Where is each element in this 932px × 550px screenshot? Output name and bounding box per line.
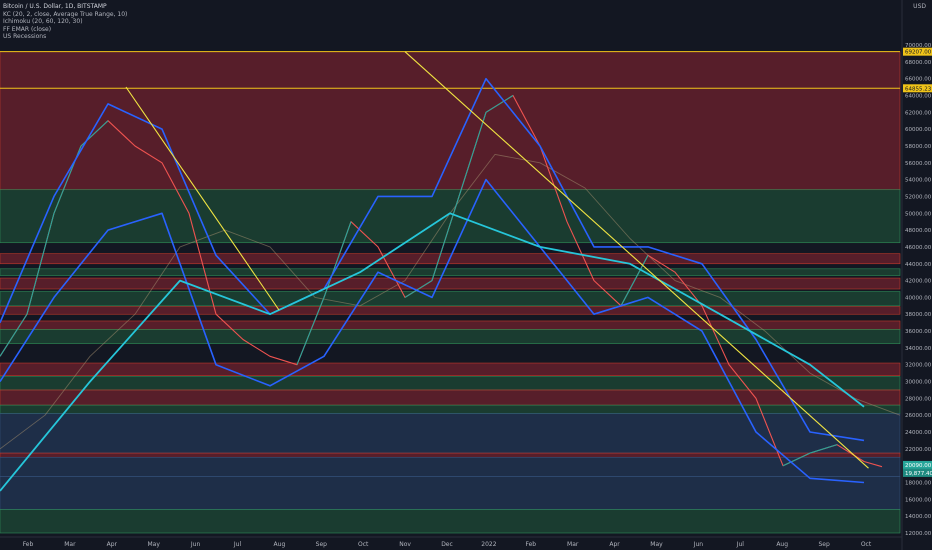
symbol-title[interactable]: Bitcoin / U.S. Dollar, 1D, BITSTAMP bbox=[3, 3, 127, 11]
price-zone-9 bbox=[0, 362, 901, 376]
indicator-ichimoku[interactable]: Ichimoku (20, 60, 120, 30) bbox=[3, 18, 127, 26]
x-tick-label: Mar bbox=[64, 541, 76, 548]
price-zone-3 bbox=[0, 268, 901, 276]
y-tick-label: 66000.00 bbox=[905, 77, 932, 83]
currency-label: USD bbox=[913, 3, 926, 10]
y-tick-label: 60000.00 bbox=[905, 127, 932, 133]
y-tick-label: 26000.00 bbox=[905, 413, 932, 419]
price-zone-15 bbox=[0, 456, 901, 477]
y-tick-label: 34000.00 bbox=[905, 346, 932, 352]
x-tick-label: May bbox=[147, 541, 160, 548]
x-tick-label: Dec bbox=[441, 541, 453, 548]
y-tick-label: 24000.00 bbox=[905, 430, 932, 436]
x-tick-label: 2022 bbox=[481, 541, 496, 548]
price-label-3: 19,877.40 bbox=[905, 471, 932, 477]
y-tick-label: 48000.00 bbox=[905, 228, 932, 234]
price-zone-17 bbox=[0, 509, 901, 534]
price-zone-1 bbox=[0, 189, 901, 244]
y-tick-label: 18000.00 bbox=[905, 481, 932, 487]
x-tick-label: Oct bbox=[358, 541, 369, 548]
x-tick-label: Feb bbox=[23, 541, 34, 548]
y-tick-label: 54000.00 bbox=[905, 178, 932, 184]
price-label-2: 20090.00 bbox=[905, 463, 932, 469]
y-tick-label: 38000.00 bbox=[905, 312, 932, 318]
y-tick-label: 16000.00 bbox=[905, 497, 932, 503]
y-tick-label: 32000.00 bbox=[905, 363, 932, 369]
y-tick-label: 56000.00 bbox=[905, 161, 932, 167]
y-tick-label: 52000.00 bbox=[905, 194, 932, 200]
x-tick-label: May bbox=[650, 541, 663, 548]
x-tick-label: Aug bbox=[776, 541, 788, 548]
y-tick-label: 22000.00 bbox=[905, 447, 932, 453]
x-tick-label: Mar bbox=[567, 541, 579, 548]
price-label-1: 64855.23 bbox=[905, 86, 932, 92]
y-tick-label: 30000.00 bbox=[905, 380, 932, 386]
price-zone-5 bbox=[0, 291, 901, 307]
price-zone-0 bbox=[0, 51, 901, 191]
indicator-ema[interactable]: FF EMAR (close) bbox=[3, 26, 127, 34]
x-tick-label: Jul bbox=[233, 541, 242, 548]
y-tick-label: 68000.00 bbox=[905, 60, 932, 66]
x-tick-label: Jun bbox=[190, 541, 201, 548]
price-zone-4 bbox=[0, 277, 901, 290]
x-tick-label: Sep bbox=[818, 541, 830, 548]
y-tick-label: 50000.00 bbox=[905, 211, 932, 217]
price-zone-11 bbox=[0, 389, 901, 406]
price-chart[interactable]: 12000.0014000.0016000.0018000.0020000.00… bbox=[0, 0, 932, 550]
y-tick-label: 62000.00 bbox=[905, 110, 932, 116]
x-tick-label: Sep bbox=[316, 541, 328, 548]
price-zone-14 bbox=[0, 452, 901, 458]
chart-root: 12000.0014000.0016000.0018000.0020000.00… bbox=[0, 0, 932, 550]
y-tick-label: 46000.00 bbox=[905, 245, 932, 251]
price-label-0: 69207.00 bbox=[905, 50, 932, 56]
y-tick-label: 36000.00 bbox=[905, 329, 932, 335]
y-tick-label: 14000.00 bbox=[905, 514, 932, 520]
x-tick-label: Nov bbox=[399, 541, 411, 548]
x-tick-label: Aug bbox=[274, 541, 286, 548]
indicator-legend: Bitcoin / U.S. Dollar, 1D, BITSTAMP KC (… bbox=[3, 3, 127, 41]
x-tick-label: Apr bbox=[107, 541, 118, 548]
indicator-recessions[interactable]: US Recessions bbox=[3, 33, 127, 41]
price-zone-10 bbox=[0, 376, 901, 391]
x-tick-label: Jul bbox=[736, 541, 745, 548]
x-tick-label: Oct bbox=[861, 541, 872, 548]
y-tick-label: 28000.00 bbox=[905, 396, 932, 402]
y-tick-label: 40000.00 bbox=[905, 295, 932, 301]
price-zone-6 bbox=[0, 306, 901, 315]
y-tick-label: 58000.00 bbox=[905, 144, 932, 150]
x-tick-label: Feb bbox=[525, 541, 536, 548]
y-tick-label: 12000.00 bbox=[905, 531, 932, 537]
price-zone-7 bbox=[0, 320, 901, 330]
price-zone-12 bbox=[0, 404, 901, 414]
y-tick-label: 44000.00 bbox=[905, 262, 932, 268]
indicator-keltner[interactable]: KC (20, 2, close, Average True Range, 10… bbox=[3, 11, 127, 19]
x-tick-label: Jun bbox=[693, 541, 704, 548]
y-tick-label: 64000.00 bbox=[905, 93, 932, 99]
y-tick-label: 42000.00 bbox=[905, 279, 932, 285]
price-zone-16 bbox=[0, 476, 901, 510]
x-tick-label: Apr bbox=[609, 541, 620, 548]
